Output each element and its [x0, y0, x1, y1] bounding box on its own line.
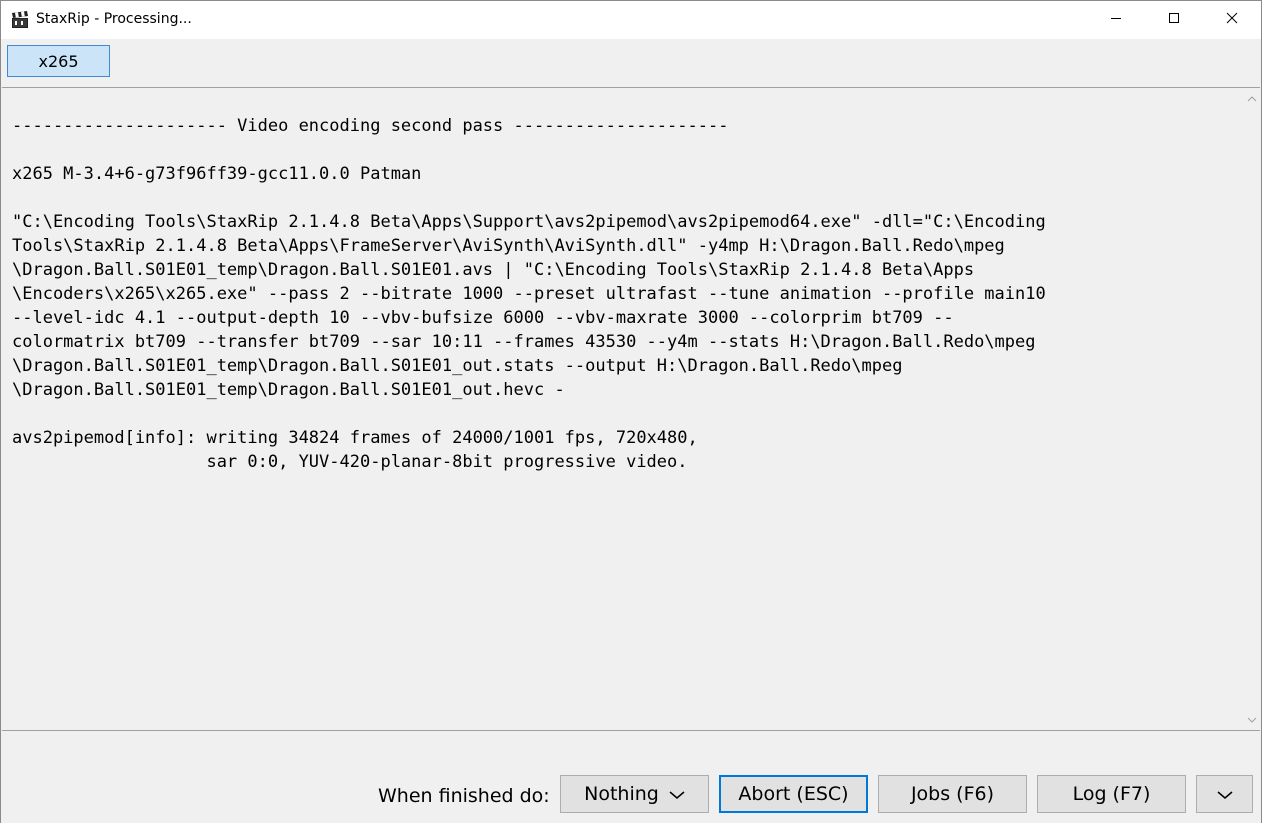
close-button[interactable]	[1203, 1, 1261, 39]
tab-x265[interactable]: x265	[7, 45, 110, 77]
log-output[interactable]: --------------------- Video encoding sec…	[2, 87, 1260, 731]
vertical-scrollbar[interactable]	[1243, 88, 1260, 730]
tab-strip: x265	[1, 39, 1261, 87]
chevron-down-icon	[1217, 783, 1233, 805]
clapperboard-icon	[11, 11, 29, 29]
chevron-down-icon	[669, 783, 685, 805]
jobs-button[interactable]: Jobs (F6)	[878, 775, 1027, 813]
bottom-bar: When finished do: Nothing Abort (ESC) Jo…	[1, 731, 1261, 823]
title-bar[interactable]: StaxRip - Processing...	[1, 1, 1261, 39]
window-title: StaxRip - Processing...	[36, 11, 192, 27]
minimize-button[interactable]	[1087, 1, 1145, 39]
staxrip-window: StaxRip - Processing... x265 -----------…	[0, 0, 1262, 823]
scroll-down-icon[interactable]	[1243, 711, 1260, 728]
maximize-button[interactable]	[1145, 1, 1203, 39]
minimize-icon	[1110, 11, 1122, 29]
log-button[interactable]: Log (F7)	[1037, 775, 1186, 813]
more-options-button[interactable]	[1196, 775, 1253, 813]
close-icon	[1226, 11, 1238, 29]
when-finished-value: Nothing	[584, 783, 659, 805]
abort-button[interactable]: Abort (ESC)	[719, 775, 868, 813]
when-finished-label: When finished do:	[378, 785, 550, 807]
when-finished-dropdown[interactable]: Nothing	[560, 775, 709, 813]
log-text: --------------------- Video encoding sec…	[12, 116, 1046, 472]
maximize-icon	[1168, 11, 1180, 29]
scroll-up-icon[interactable]	[1243, 90, 1260, 107]
